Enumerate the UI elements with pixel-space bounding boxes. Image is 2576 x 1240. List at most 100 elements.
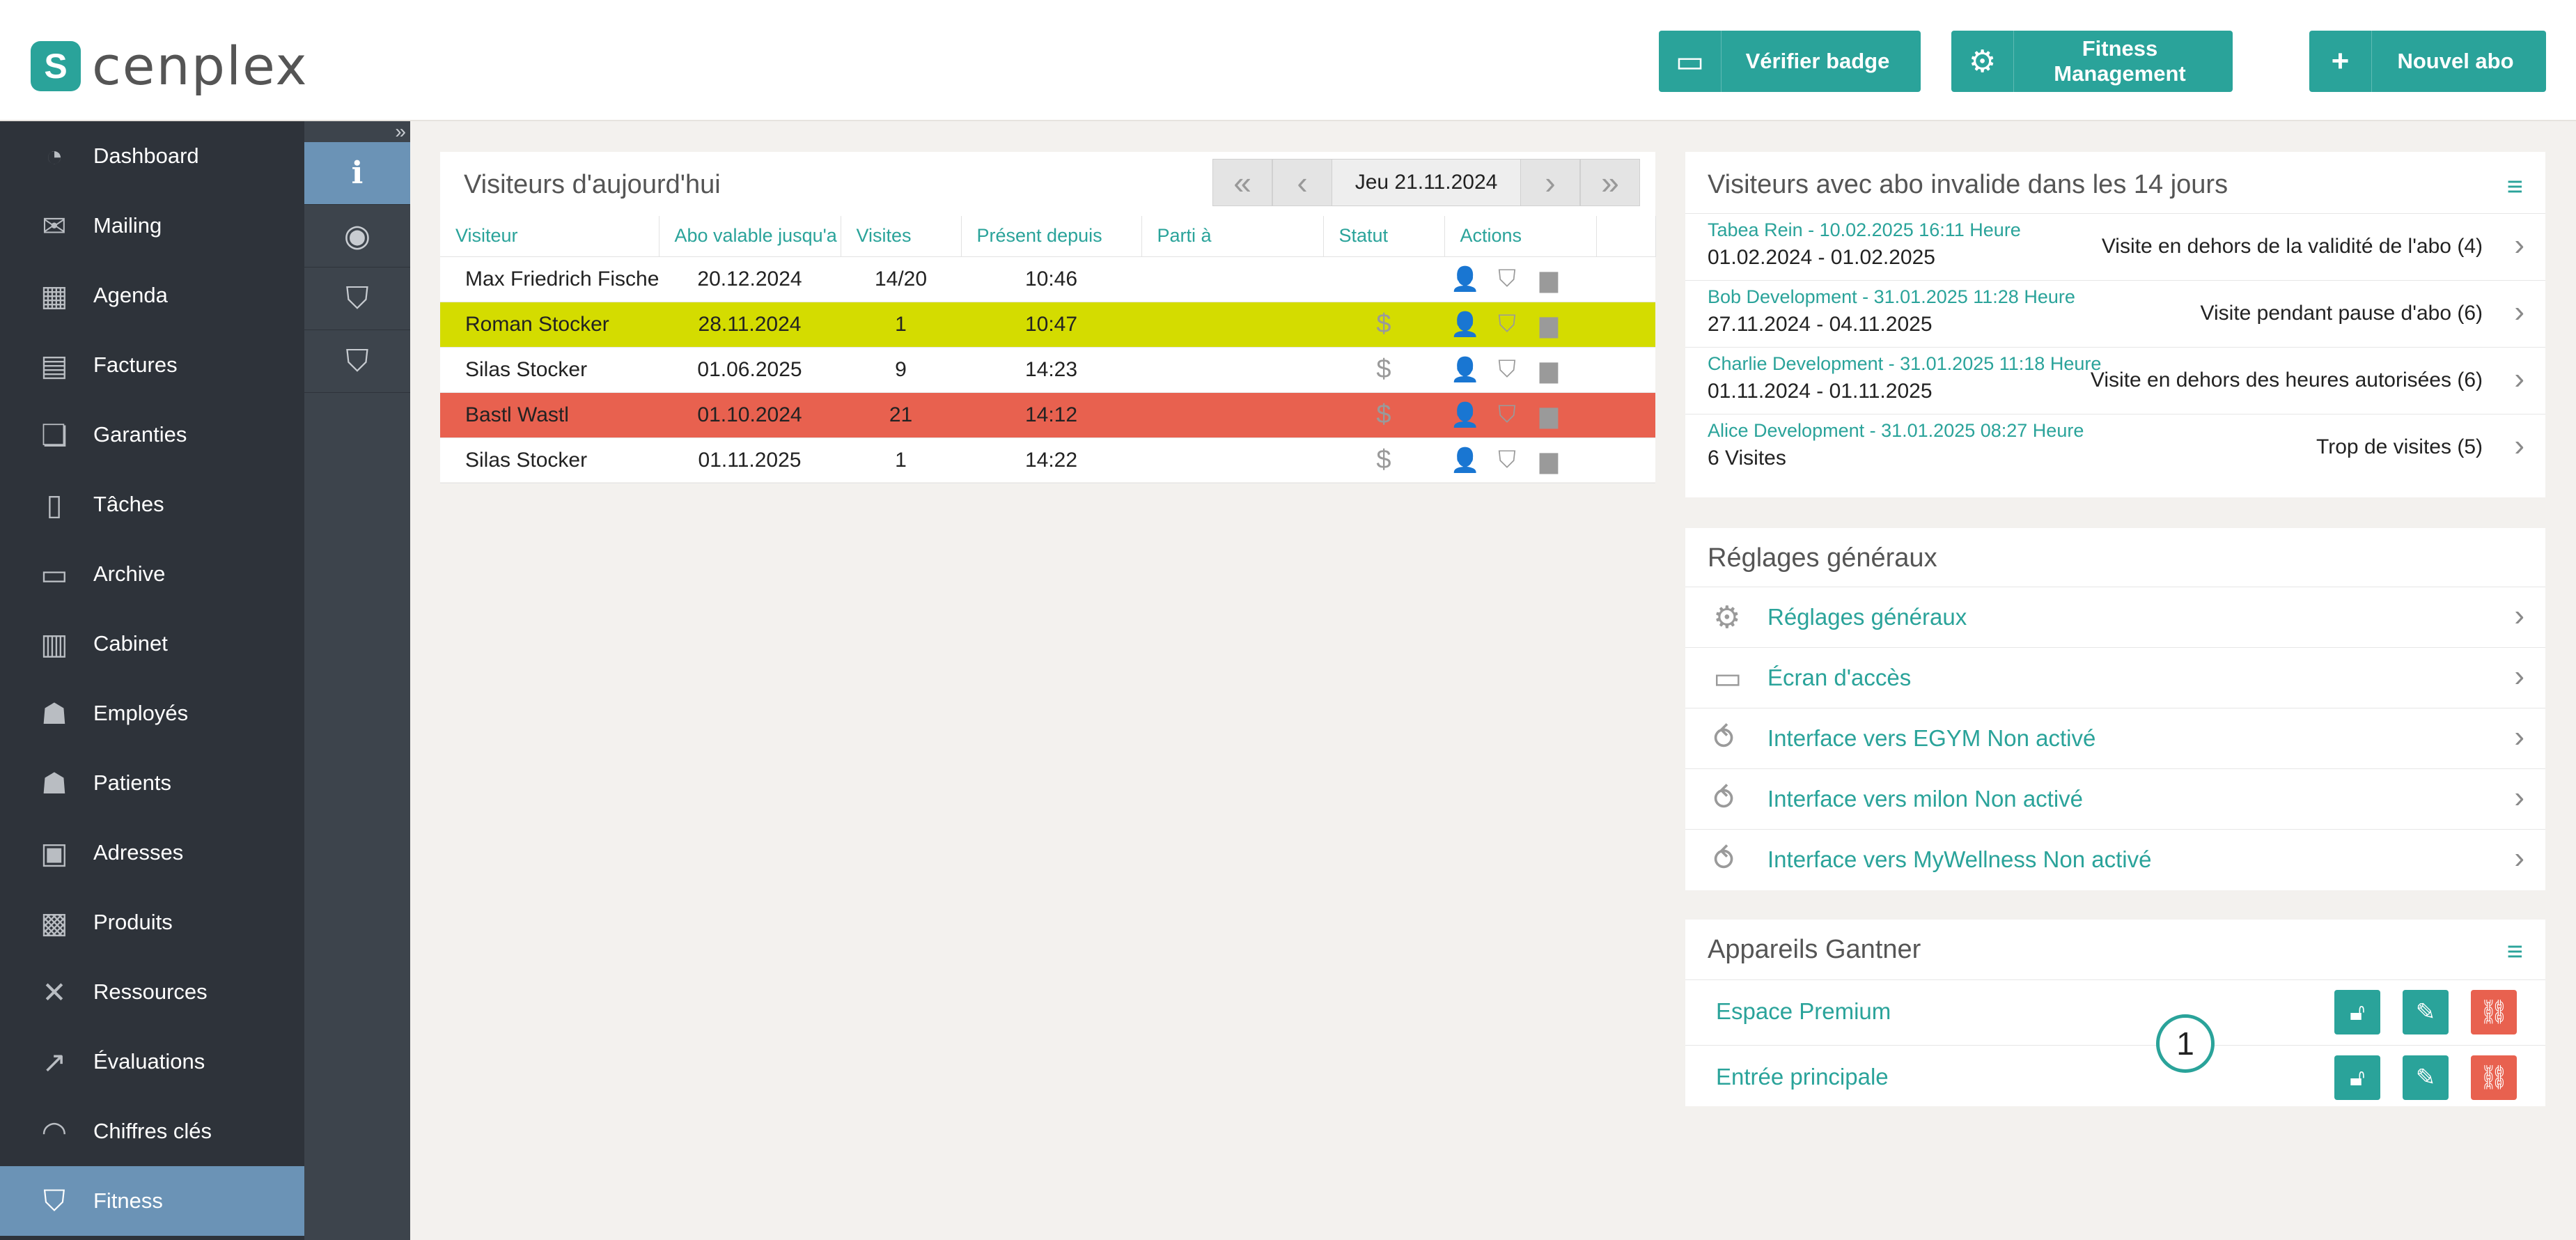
sidebar-item-produits[interactable]: ▩ Produits [0,888,304,957]
unlink-button[interactable]: ⛓ [2471,1055,2517,1100]
device-name[interactable]: Entrée principale [1716,1064,1889,1090]
new-subscription-button[interactable]: + Nouvel abo [2309,31,2546,92]
invalid-visit-row[interactable]: Tabea Rein - 10.02.2025 16:11 Heure 01.02… [1685,213,2545,280]
board-icon[interactable]: ▆ [1533,447,1564,474]
visitor-name[interactable]: Silas Stocker [440,347,659,393]
shield-icon[interactable]: ⛉ [1492,447,1522,474]
table-row[interactable]: Max Friedrich Fischer 20.12.2024 14/20 10:4… [440,256,1655,302]
edit-button[interactable]: ✎ [2403,990,2449,1034]
cenplex-logo[interactable]: S cenplex [31,35,308,97]
chevron-right-icon[interactable]: › [2514,720,2524,754]
visitor-link[interactable]: Alice Development - 31.01.2025 08:27 Heu… [1708,420,2084,442]
chevron-right-icon[interactable]: › [2514,598,2524,633]
col-status[interactable]: Statut [1323,216,1445,257]
shield-icon[interactable]: ⛉ [1492,401,1522,428]
settings-row[interactable]: ⥀ Interface vers milon Non activé › [1685,768,2545,829]
visitor-name[interactable]: Max Friedrich Fischer [440,256,659,302]
edit-button[interactable]: ✎ [2403,1055,2449,1100]
sidebar-item-factures[interactable]: ▤ Factures [0,330,304,400]
person-icon[interactable]: 👤 [1450,265,1481,293]
table-row[interactable]: Bastl Wastl 01.10.2024 21 14:12 $ 👤 ⛉ ▆ [440,392,1655,438]
board-icon[interactable]: ▆ [1533,311,1564,339]
col-visits[interactable]: Visites [841,216,962,257]
dollar-status-icon[interactable]: $ [1376,355,1391,384]
settings-link[interactable]: Interface vers milon Non activé [1767,786,2083,812]
chevron-right-icon[interactable]: › [2514,228,2524,263]
visitor-link[interactable]: Bob Development - 31.01.2025 11:28 Heure [1708,286,2075,308]
current-date[interactable]: Jeu 21.11.2024 [1332,159,1520,206]
chevron-right-icon[interactable]: › [2514,362,2524,396]
collapse-icon[interactable]: » [304,121,410,142]
sidebar-item-employ-s[interactable]: ☗ Employés [0,679,304,748]
dollar-status-icon[interactable]: $ [1376,309,1391,339]
settings-row[interactable]: ⥀ Interface vers MyWellness Non activé › [1685,829,2545,890]
settings-row[interactable]: ⚙ Réglages généraux › [1685,587,2545,647]
chevron-right-icon[interactable]: › [2514,780,2524,815]
unlock-button[interactable]: 🔓︎ [2334,1055,2380,1100]
unlock-button[interactable]: 🔓︎ [2334,990,2380,1034]
verify-badge-button[interactable]: ▭ Vérifier badge [1659,31,1921,92]
fitness-management-button[interactable]: ⚙ Fitness Management [1951,31,2233,92]
board-icon[interactable]: ▆ [1533,265,1564,293]
sidebar-item-fitness[interactable]: ⛉ Fitness [0,1166,304,1236]
col-left-at[interactable]: Parti à [1141,216,1324,257]
col-visitor[interactable]: Visiteur [440,216,659,257]
sidebar-item--valuations[interactable]: ↗ Évaluations [0,1027,304,1096]
next-day-button[interactable]: › [1520,159,1580,206]
person-icon[interactable]: 👤 [1450,356,1481,384]
settings-link[interactable]: Interface vers EGYM Non activé [1767,725,2095,752]
invalid-visit-row[interactable]: Alice Development - 31.01.2025 08:27 Heu… [1685,414,2545,481]
person-icon[interactable]: 👤 [1450,401,1481,429]
invalid-visit-row[interactable]: Bob Development - 31.01.2025 11:28 Heure… [1685,280,2545,347]
sidebar-item-ressources[interactable]: ✕ Ressources [0,957,304,1027]
table-row[interactable]: Silas Stocker 01.11.2025 1 14:22 $ 👤 ⛉ ▆ [440,437,1655,483]
sidebar-item-agenda[interactable]: ▦ Agenda [0,261,304,330]
chevron-right-icon[interactable]: › [2514,428,2524,463]
visitor-name[interactable]: Silas Stocker [440,437,659,483]
first-day-button[interactable]: « [1212,159,1272,206]
shield-icon[interactable]: ⛉ [1492,356,1522,383]
device-name[interactable]: Espace Premium [1716,998,1891,1025]
col-valid-until[interactable]: Abo valable jusqu'a [659,216,841,257]
sidebar-item-mailing[interactable]: ✉ Mailing [0,191,304,261]
board-icon[interactable]: ▆ [1533,356,1564,384]
sidebar-item-adresses[interactable]: ▣ Adresses [0,818,304,888]
sidebar-item-chiffres-cl-s[interactable]: ◠ Chiffres clés [0,1096,304,1166]
settings-link[interactable]: Réglages généraux [1767,604,1967,630]
hamburger-menu-icon[interactable]: ≡ [2507,936,2523,968]
visitor-name[interactable]: Bastl Wastl [440,392,659,438]
table-row[interactable]: Roman Stocker 28.11.2024 1 10:47 $ 👤 ⛉ ▆ [440,302,1655,348]
shield-icon[interactable]: ⛉ [304,268,410,330]
settings-link[interactable]: Interface vers MyWellness Non activé [1767,846,2151,873]
hamburger-menu-icon[interactable]: ≡ [2507,171,2523,203]
shield-list-icon[interactable]: ⛉ [304,330,410,393]
person-icon[interactable]: 👤 [1450,447,1481,474]
chevron-right-icon[interactable]: › [2514,295,2524,330]
sidebar-item-patients[interactable]: ☗ Patients [0,748,304,818]
settings-link[interactable]: Écran d'accès [1767,665,1911,691]
dollar-status-icon[interactable]: $ [1376,445,1391,474]
sidebar-item-archive[interactable]: ▭ Archive [0,539,304,609]
visitor-name[interactable]: Roman Stocker [440,302,659,348]
col-present-since[interactable]: Présent depuis [961,216,1142,257]
eye-icon[interactable]: ◉ [304,205,410,268]
table-row[interactable]: Silas Stocker 01.06.2025 9 14:23 $ 👤 ⛉ ▆ [440,347,1655,393]
chevron-right-icon[interactable]: › [2514,659,2524,694]
board-icon[interactable]: ▆ [1533,401,1564,429]
last-day-button[interactable]: » [1580,159,1640,206]
person-icon[interactable]: 👤 [1450,311,1481,339]
unlink-button[interactable]: ⛓ [2471,990,2517,1034]
shield-icon[interactable]: ⛉ [1492,265,1522,293]
visitor-link[interactable]: Tabea Rein - 10.02.2025 16:11 Heure [1708,219,2021,241]
invalid-visit-row[interactable]: Charlie Development - 31.01.2025 11:18 H… [1685,347,2545,414]
settings-row[interactable]: ⥀ Interface vers EGYM Non activé › [1685,708,2545,768]
settings-row[interactable]: ▭ Écran d'accès › [1685,647,2545,708]
sidebar-item-dashboard[interactable]: ◔ Dashboard [0,121,304,191]
prev-day-button[interactable]: ‹ [1272,159,1332,206]
chevron-right-icon[interactable]: › [2514,841,2524,876]
shield-icon[interactable]: ⛉ [1492,311,1522,338]
dollar-status-icon[interactable]: $ [1376,400,1391,429]
visitor-link[interactable]: Charlie Development - 31.01.2025 11:18 H… [1708,353,2101,375]
sidebar-item-garanties[interactable]: ❏ Garanties [0,400,304,470]
sidebar-item-cabinet[interactable]: ▥ Cabinet [0,609,304,679]
